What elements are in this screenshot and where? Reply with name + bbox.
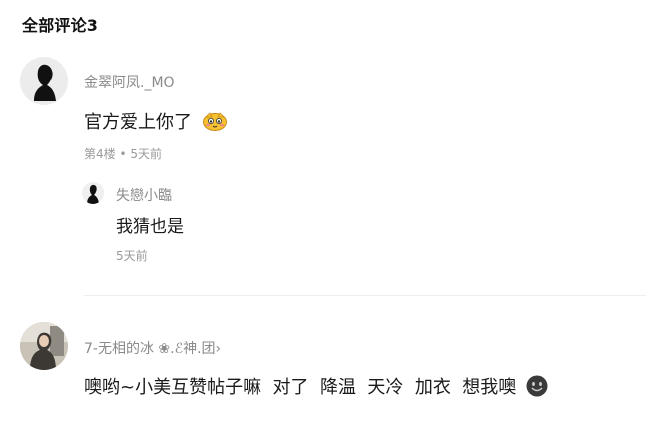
reply-text: 我猜也是 — [116, 217, 184, 237]
comment-text: 噢哟~小美互赞帖子嘛 对了 降温 天冷 加衣 想我噢 — [84, 373, 548, 402]
reply-username[interactable]: 失戀小臨 — [116, 185, 172, 205]
reply-meta: 5天前 — [116, 249, 148, 263]
avatar[interactable] — [20, 57, 68, 105]
comment-username[interactable]: 金翠阿凤._MO — [84, 72, 175, 92]
profile-photo-icon — [20, 322, 68, 370]
silhouette-icon — [82, 182, 104, 204]
comment-text: 官方爱上你了 — [84, 108, 228, 136]
grin-face-emoji-icon — [526, 375, 548, 402]
silhouette-icon — [20, 57, 68, 105]
comment-username[interactable]: 7-无相的冰 ❀.ℰ神.团› — [84, 338, 221, 358]
comments-header: 全部评论3 — [22, 16, 99, 35]
avatar[interactable] — [20, 322, 68, 370]
comment-text-body: 噢哟~小美互赞帖子嘛 对了 降温 天冷 加衣 想我噢 — [84, 377, 517, 398]
comment-meta: 第4楼 • 5天前 — [84, 147, 162, 161]
comment-divider — [84, 295, 646, 296]
shy-face-emoji-icon — [202, 111, 228, 136]
comment-text-body: 官方爱上你了 — [84, 112, 192, 133]
avatar[interactable] — [82, 182, 104, 204]
